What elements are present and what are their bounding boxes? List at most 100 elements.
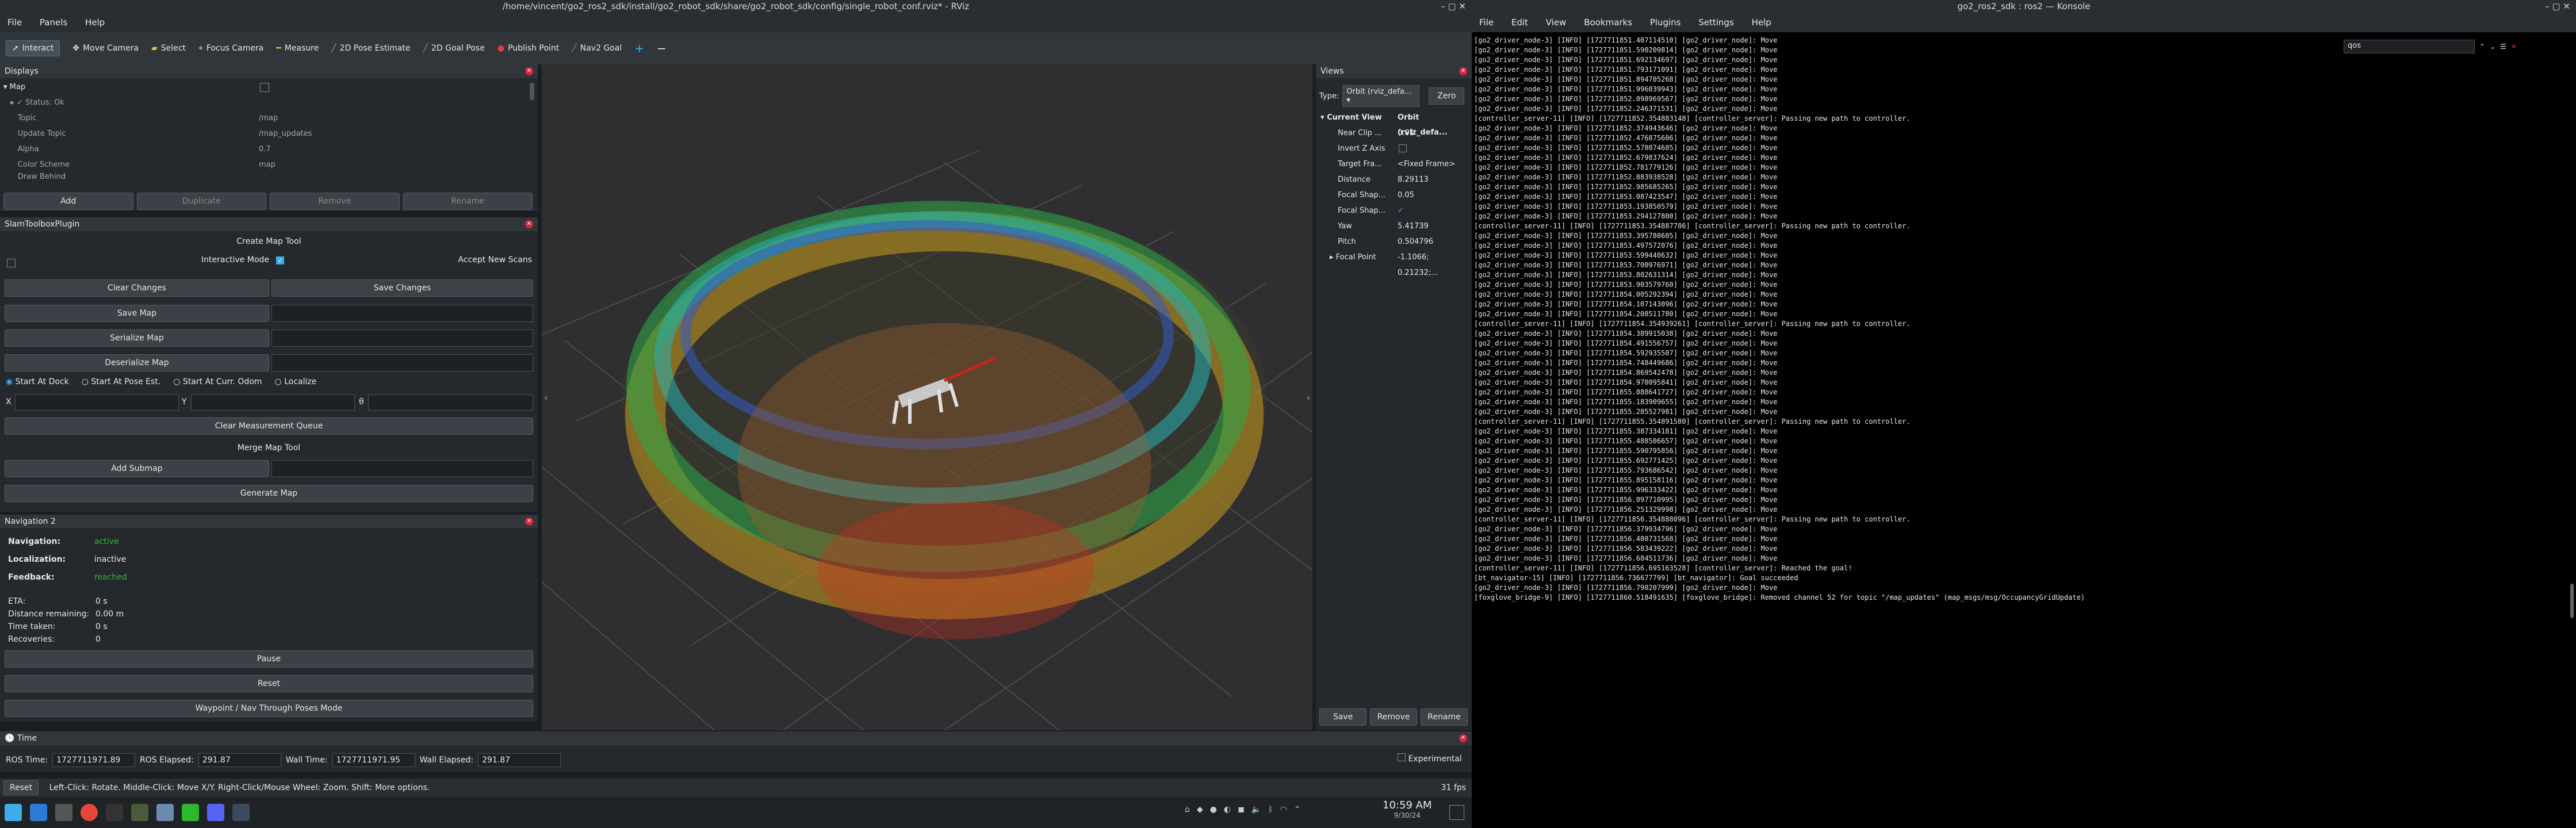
view-prop-row[interactable]: Target Fra... <Fixed Frame> <box>1320 156 1469 172</box>
tool-publish-point[interactable]: ● Publish Point <box>497 44 559 53</box>
waypoint-mode-button[interactable]: Waypoint / Nav Through Poses Mode <box>5 700 533 717</box>
rename-view-button[interactable]: Rename <box>1421 708 1468 726</box>
tray-icon[interactable]: ◆ <box>1197 805 1203 814</box>
menu-settings[interactable]: Settings <box>1698 17 1734 28</box>
view-prop-row[interactable]: Invert Z Axis <box>1320 141 1469 156</box>
tool-nav2-goal[interactable]: ╱ Nav2 Goal <box>572 44 622 53</box>
radio-start-at-dock[interactable]: ◉ Start At Dock <box>6 377 69 386</box>
tree-row[interactable]: Update Topic/map_updates <box>3 126 534 141</box>
tray-icon[interactable]: ◐ <box>1224 805 1231 814</box>
view-prop-row[interactable]: Focal Shap... 0.05 <box>1320 187 1469 203</box>
window-controls[interactable]: – ▢ ✕ <box>2545 0 2570 13</box>
radio-localize[interactable]: ○ Localize <box>275 377 317 386</box>
y-input[interactable] <box>191 394 355 411</box>
3d-viewport[interactable]: ‹ › <box>542 64 1312 730</box>
app-launcher-icon[interactable] <box>5 804 22 821</box>
displays-scrollbar[interactable] <box>530 83 534 100</box>
wifi-icon[interactable]: ◠ <box>1280 805 1287 814</box>
accept-new-scans-label[interactable]: Accept New Scans <box>458 255 532 264</box>
tool-select[interactable]: ▰ Select <box>151 44 186 53</box>
bluetooth-icon[interactable]: ᛒ <box>1268 805 1273 814</box>
save-changes-button[interactable]: Save Changes <box>271 279 533 297</box>
system-monitor-icon[interactable] <box>131 804 148 821</box>
submap-name-input[interactable] <box>271 460 533 477</box>
wall-time-field[interactable]: 1727711971.95 <box>332 753 415 767</box>
tool-2d-goal-pose[interactable]: ╱ 2D Goal Pose <box>423 44 485 53</box>
discord-icon[interactable] <box>207 804 224 821</box>
add-submap-button[interactable]: Add Submap <box>5 460 269 477</box>
tool-measure[interactable]: ━ Measure <box>276 44 319 53</box>
reset-nav-button[interactable]: Reset <box>5 675 533 692</box>
ros-elapsed-field[interactable]: 291.87 <box>198 753 281 767</box>
tray-icon[interactable]: ● <box>1210 805 1217 814</box>
deserialize-map-button[interactable]: Deserialize Map <box>5 354 269 371</box>
serialize-map-button[interactable]: Serialize Map <box>5 329 269 347</box>
terminal-icon[interactable] <box>106 804 123 821</box>
tree-row[interactable]: ▸ ✓ Status: Ok <box>3 95 534 110</box>
tray-icon[interactable]: ⌂ <box>1185 805 1190 814</box>
view-prop-row[interactable]: ▸ Focal Point -1.1066; 0.21232;... <box>1320 250 1469 277</box>
view-prop-row[interactable]: Yaw 5.41739 <box>1320 218 1469 234</box>
ros-time-field[interactable]: 1727711971.89 <box>52 753 136 767</box>
radio-start-at-pose-est[interactable]: ○ Start At Pose Est. <box>82 377 161 386</box>
collapse-left-icon[interactable]: ‹ <box>544 392 548 403</box>
menu-help[interactable]: Help <box>85 17 105 28</box>
radio-start-at-curr-odom[interactable]: ○ Start At Curr. Odom <box>173 377 262 386</box>
duplicate-display-button[interactable]: Duplicate <box>136 193 266 210</box>
volume-icon[interactable]: 🔈 <box>1251 805 1261 814</box>
menu-file[interactable]: File <box>7 17 22 28</box>
close-icon[interactable]: ✕ <box>525 67 533 75</box>
save-map-button[interactable]: Save Map <box>5 305 269 322</box>
remove-view-button[interactable]: Remove <box>1370 708 1417 726</box>
file-manager-icon[interactable] <box>30 804 47 821</box>
tool-focus-camera[interactable]: ⌖ Focus Camera <box>198 44 263 53</box>
invert-z-checkbox[interactable] <box>1399 144 1407 152</box>
view-prop-row[interactable]: Focal Shap... ✓ <box>1320 203 1469 218</box>
menu-help[interactable]: Help <box>1752 17 1771 28</box>
deserialize-map-name-input[interactable] <box>271 354 533 371</box>
spreadsheet-icon[interactable] <box>182 804 199 821</box>
x-input[interactable] <box>15 394 179 411</box>
menu-edit[interactable]: Edit <box>1511 17 1528 28</box>
tree-row[interactable]: Draw Behind <box>3 172 534 181</box>
tool-move-camera[interactable]: ✥ Move Camera <box>72 44 139 53</box>
tray-expand-icon[interactable]: ⌃ <box>1294 805 1301 814</box>
views-type-select[interactable]: Orbit (rviz_defa... ▾ <box>1342 85 1420 107</box>
slam-left-checkbox[interactable] <box>7 259 16 267</box>
zero-button[interactable]: Zero <box>1429 87 1465 105</box>
theta-input[interactable] <box>368 394 533 411</box>
close-icon[interactable]: ✕ <box>1459 67 1467 75</box>
photo-viewer-icon[interactable] <box>156 804 174 821</box>
view-prop-row[interactable]: Distance 8.29113 <box>1320 172 1469 187</box>
close-icon[interactable]: ✕ <box>1459 734 1467 742</box>
add-display-button[interactable]: Add <box>3 193 133 210</box>
menu-panels[interactable]: Panels <box>40 17 67 28</box>
close-icon[interactable]: ✕ <box>525 518 533 526</box>
clear-measurement-queue-button[interactable]: Clear Measurement Queue <box>5 417 533 435</box>
remove-tool-button[interactable]: − <box>657 41 667 55</box>
chrome-icon[interactable] <box>81 804 98 821</box>
clear-changes-button[interactable]: Clear Changes <box>5 279 269 297</box>
current-view-row[interactable]: ▾ Current View Orbit (rviz_defa... <box>1320 110 1469 137</box>
menu-view[interactable]: View <box>1546 17 1567 28</box>
menu-bookmarks[interactable]: Bookmarks <box>1584 17 1632 28</box>
interactive-mode-checkbox[interactable]: ✓ <box>276 256 285 264</box>
view-prop-row[interactable]: Pitch 0.504796 <box>1320 234 1469 250</box>
terminal-scrollbar[interactable] <box>2570 584 2574 618</box>
serialize-map-name-input[interactable] <box>271 329 533 347</box>
collapse-right-icon[interactable]: › <box>1307 392 1310 403</box>
tray-icon[interactable]: ◼ <box>1238 805 1245 814</box>
rename-display-button[interactable]: Rename <box>403 193 533 210</box>
save-map-name-input[interactable] <box>271 305 533 322</box>
menu-plugins[interactable]: Plugins <box>1650 17 1681 28</box>
generate-map-button[interactable]: Generate Map <box>5 485 533 502</box>
tree-row[interactable]: Topic/map <box>3 110 534 126</box>
window-controls[interactable]: – ▢ ✕ <box>1441 0 1466 13</box>
tool-2d-pose-estimate[interactable]: ╱ 2D Pose Estimate <box>331 44 410 53</box>
experimental-toggle[interactable]: Experimental <box>1398 753 1462 764</box>
close-icon[interactable]: ✕ <box>525 220 533 228</box>
remove-display-button[interactable]: Remove <box>270 193 400 210</box>
tree-row[interactable]: Alpha 0.7 <box>3 141 534 157</box>
pause-button[interactable]: Pause <box>5 650 533 668</box>
show-desktop-icon[interactable] <box>1449 805 1464 820</box>
